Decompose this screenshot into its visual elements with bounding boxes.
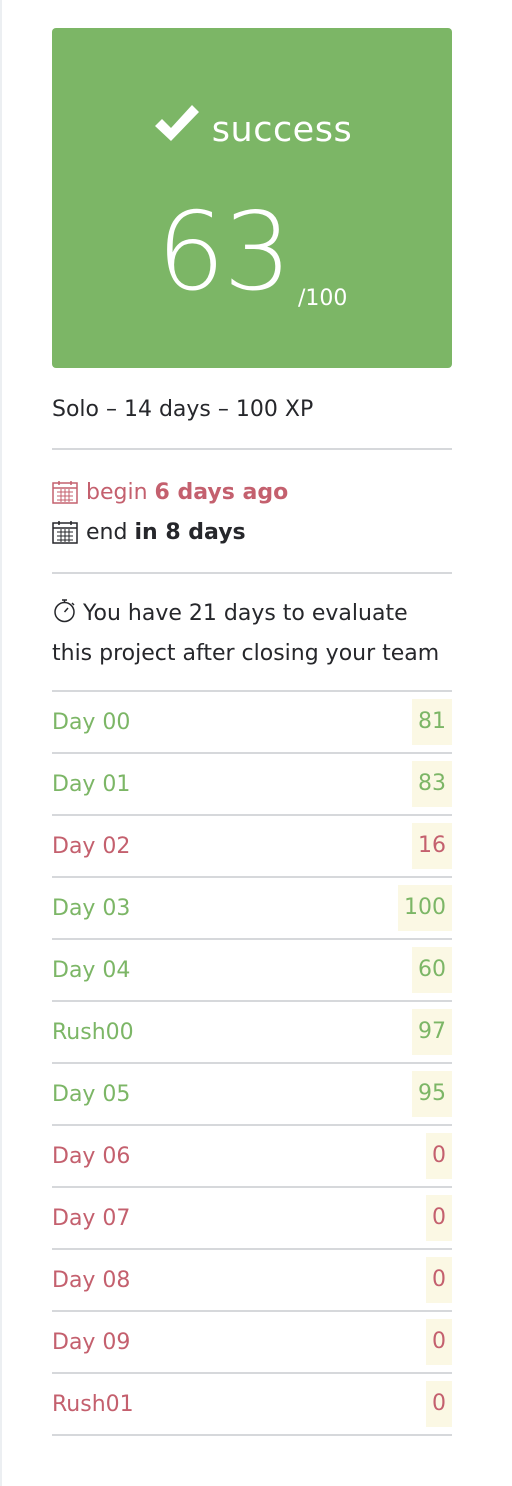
module-row[interactable]: Day 07 0 [52,1188,452,1250]
module-row[interactable]: Day 05 95 [52,1064,452,1126]
module-score: 0 [426,1319,452,1365]
end-date-row: end in 8 days [52,512,452,552]
evaluation-text: You have 21 days to evaluate this projec… [52,601,440,666]
module-row[interactable]: Day 03 100 [52,878,452,940]
module-row[interactable]: Rush01 0 [52,1374,452,1436]
module-score: 83 [412,761,452,807]
status-label: success [211,110,353,150]
module-score: 0 [426,1133,452,1179]
status-row: success [52,98,452,162]
check-icon [154,105,199,141]
module-score: 95 [412,1071,452,1117]
begin-date-row: begin 6 days ago [52,472,452,512]
module-score: 0 [426,1257,452,1303]
score-maximum: /100 [298,286,348,311]
project-meta: Solo – 14 days – 100 XP [52,394,452,450]
project-result-panel: success 63 /100 Solo – 14 days – 100 XP … [52,28,452,1436]
module-name: Rush00 [52,1019,134,1045]
module-name: Day 03 [52,895,131,921]
module-name: Day 06 [52,1143,131,1169]
module-score: 81 [412,699,452,745]
module-name: Day 08 [52,1267,131,1293]
module-name: Day 01 [52,771,131,797]
begin-label: begin [86,479,148,505]
left-border [0,0,2,1486]
final-score: 63 [156,190,292,315]
module-name: Day 02 [52,833,131,859]
calendar-icon [52,521,78,544]
calendar-icon [52,481,78,504]
project-dates: begin 6 days ago end in 8 days [52,450,452,574]
module-row[interactable]: Day 09 0 [52,1312,452,1374]
module-name: Day 07 [52,1205,131,1231]
end-label: end [86,519,128,545]
module-name: Day 04 [52,957,131,983]
module-row[interactable]: Day 00 81 [52,692,452,754]
evaluation-notice: You have 21 days to evaluate this projec… [52,574,452,692]
module-score: 0 [426,1195,452,1241]
module-name: Day 05 [52,1081,131,1107]
module-list: Day 00 81 Day 01 83 Day 02 16 Day 03 100… [52,692,452,1436]
module-name: Day 00 [52,709,131,735]
module-row[interactable]: Rush00 97 [52,1002,452,1064]
module-score: 16 [412,823,452,869]
module-row[interactable]: Day 06 0 [52,1126,452,1188]
begin-value: 6 days ago [154,479,289,505]
end-value: in 8 days [134,519,246,545]
module-row[interactable]: Day 04 60 [52,940,452,1002]
module-row[interactable]: Day 01 83 [52,754,452,816]
module-score: 100 [398,885,452,931]
module-name: Day 09 [52,1329,131,1355]
module-row[interactable]: Day 08 0 [52,1250,452,1312]
module-row[interactable]: Day 02 16 [52,816,452,878]
score-box: success 63 /100 [52,28,452,368]
module-score: 0 [426,1381,452,1427]
module-name: Rush01 [52,1391,134,1417]
stopwatch-icon [54,599,75,623]
module-score: 60 [412,947,452,993]
score-row: 63 /100 [52,188,452,318]
module-score: 97 [412,1009,452,1055]
